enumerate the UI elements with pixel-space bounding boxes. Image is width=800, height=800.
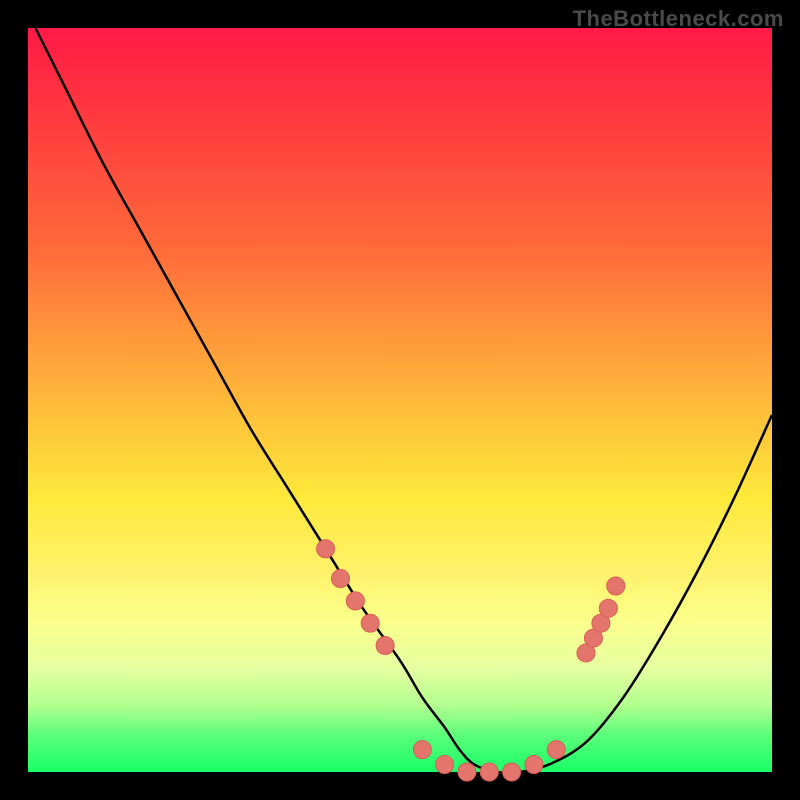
curve-layer xyxy=(28,28,772,772)
curve-markers xyxy=(317,540,625,781)
plot-area xyxy=(28,28,772,772)
curve-marker xyxy=(607,577,625,595)
curve-marker xyxy=(376,637,394,655)
curve-marker xyxy=(525,756,543,774)
curve-marker xyxy=(331,570,349,588)
curve-marker xyxy=(436,756,454,774)
bottleneck-curve xyxy=(35,28,772,773)
watermark-text: TheBottleneck.com xyxy=(573,6,784,32)
curve-marker xyxy=(480,763,498,781)
curve-marker xyxy=(413,741,431,759)
chart-frame: TheBottleneck.com xyxy=(0,0,800,800)
curve-marker xyxy=(458,763,476,781)
curve-marker xyxy=(599,599,617,617)
curve-marker xyxy=(361,614,379,632)
curve-marker xyxy=(317,540,335,558)
curve-marker xyxy=(346,592,364,610)
curve-marker xyxy=(503,763,521,781)
curve-marker xyxy=(547,741,565,759)
